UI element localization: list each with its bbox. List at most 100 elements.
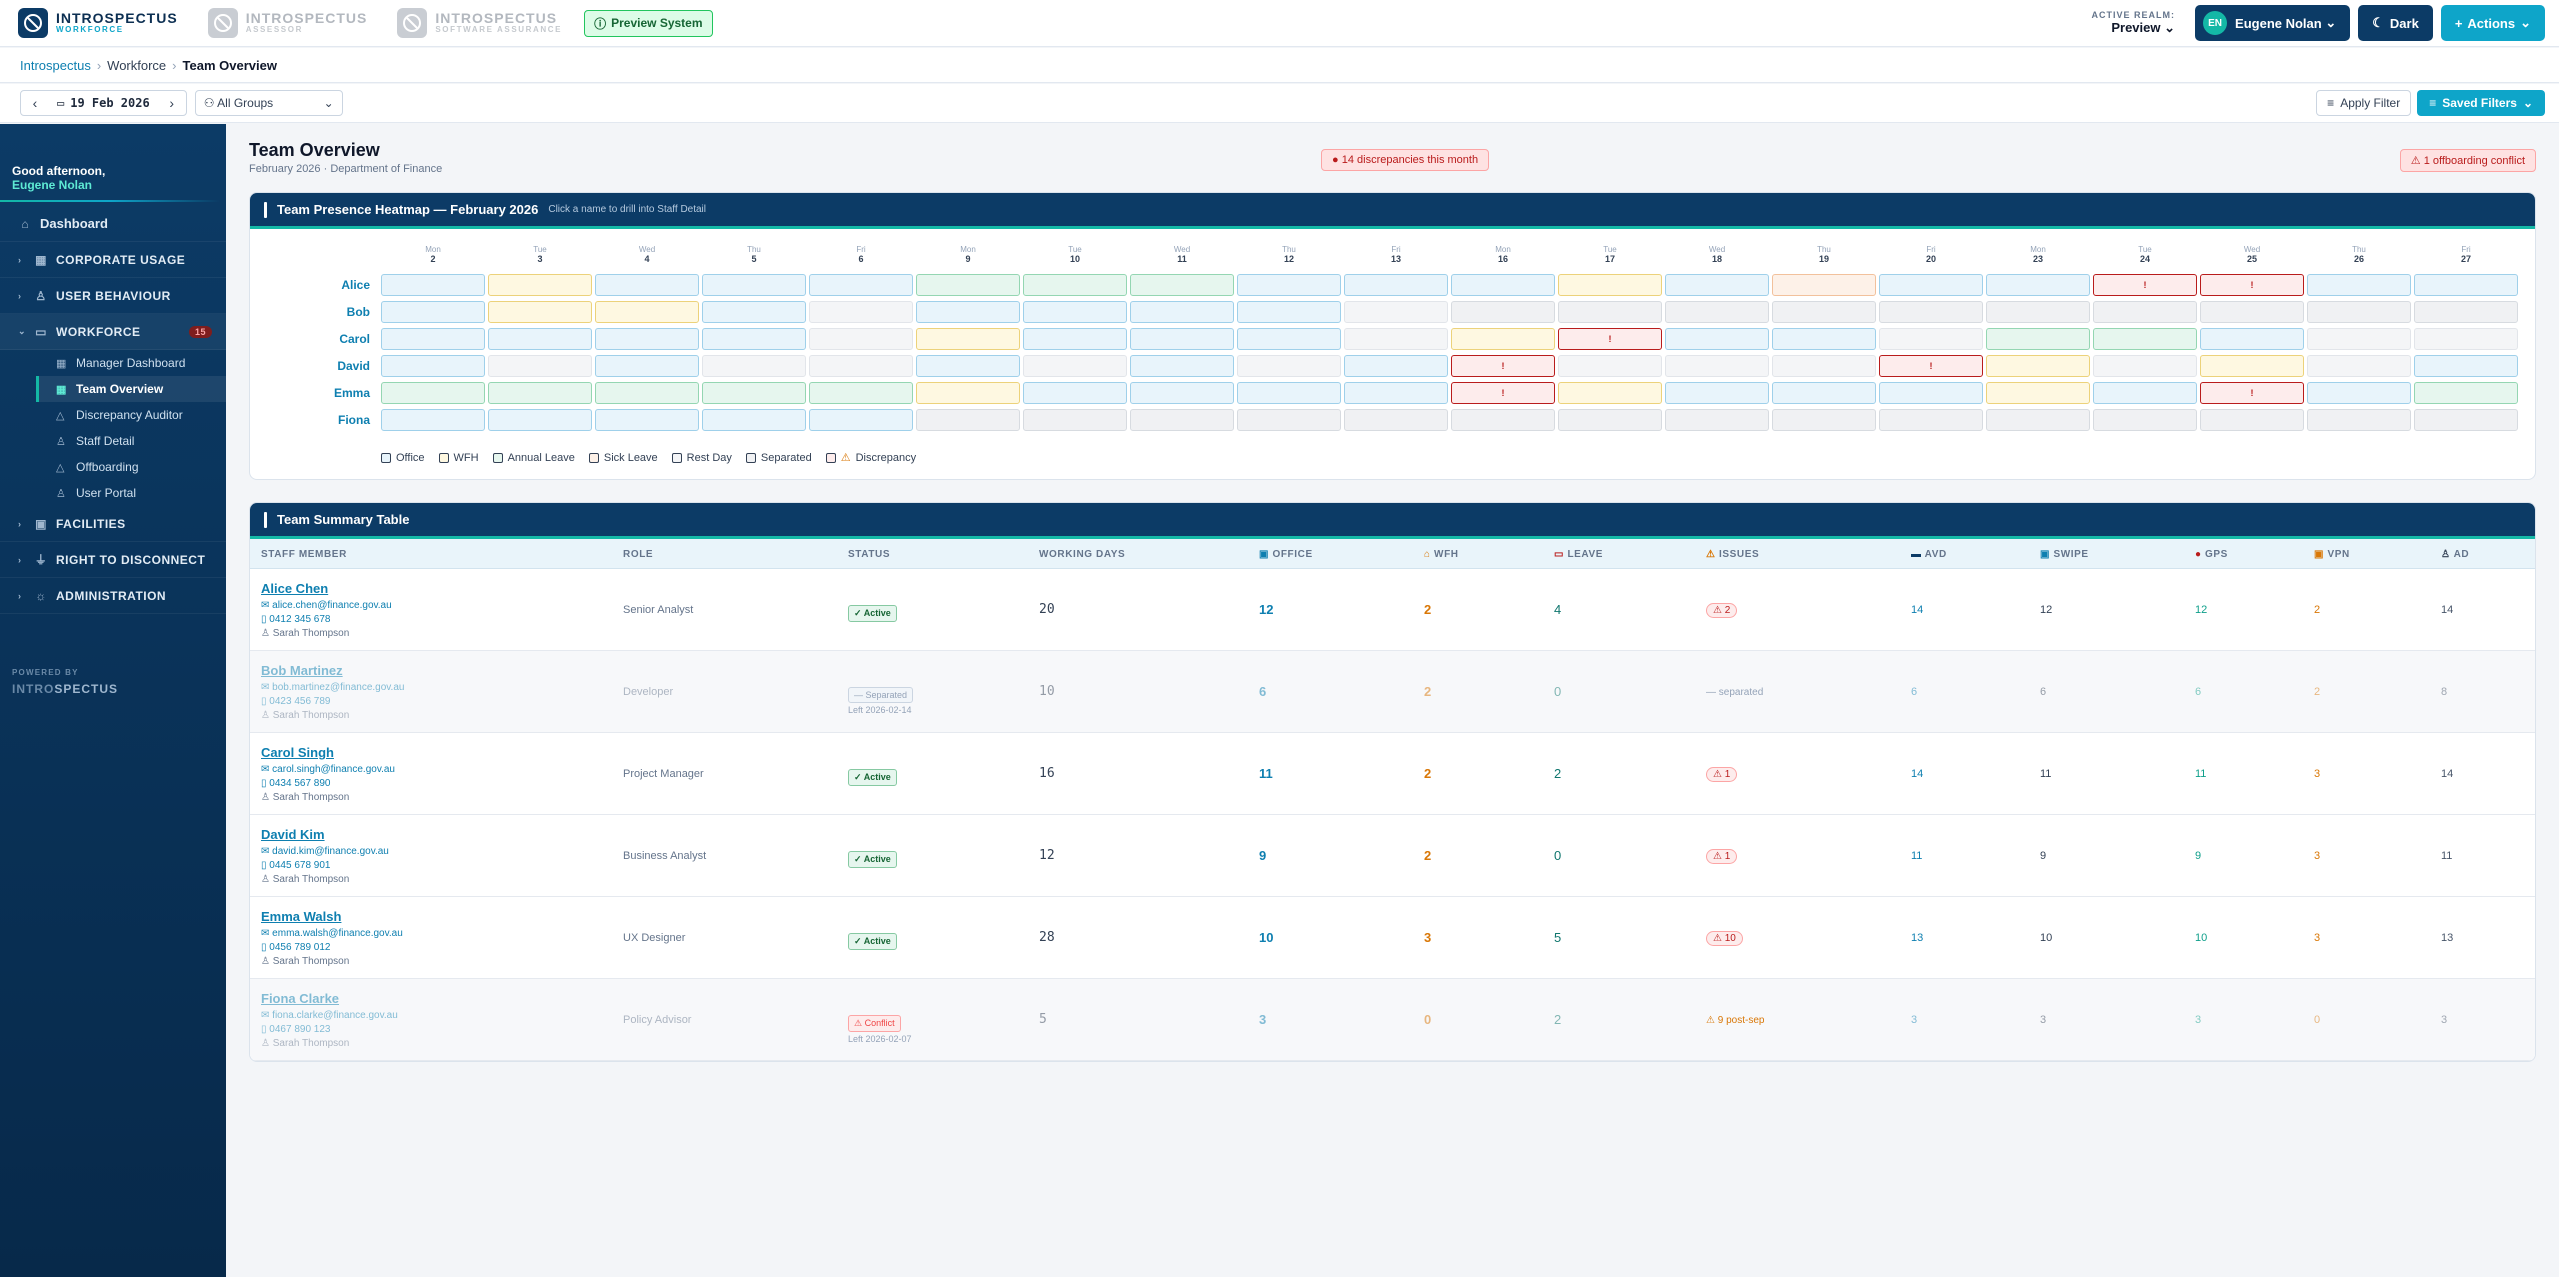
heatmap-cell[interactable] — [1772, 409, 1876, 431]
col-leave[interactable]: ▭ LEAVE — [1554, 549, 1603, 560]
heatmap-cell[interactable] — [1451, 409, 1555, 431]
realm-selector[interactable]: ACTIVE REALM: Preview ⌄ — [2092, 10, 2176, 36]
heatmap-cell[interactable] — [1344, 409, 1448, 431]
heatmap-cell[interactable] — [595, 355, 699, 377]
heatmap-cell[interactable] — [1344, 382, 1448, 404]
heatmap-cell[interactable] — [1665, 355, 1769, 377]
heatmap-cell[interactable] — [488, 355, 592, 377]
heatmap-cell[interactable] — [1237, 274, 1341, 296]
table-row[interactable]: Bob Martinez ✉ bob.martinez@finance.gov.a… — [250, 651, 2535, 733]
heatmap-cell[interactable] — [1237, 409, 1341, 431]
sidebar-item-team-overview[interactable]: ▦ Team Overview — [36, 376, 226, 402]
heatmap-cell[interactable] — [1451, 274, 1555, 296]
apply-filter-button[interactable]: ≡ Apply Filter — [2316, 90, 2412, 116]
heatmap-cell[interactable] — [2414, 355, 2518, 377]
col-gps[interactable]: ● GPS — [2195, 549, 2228, 560]
staff-email[interactable]: ✉ david.kim@finance.gov.au — [261, 846, 389, 857]
staff-name-link[interactable]: Fiona Clarke — [261, 991, 339, 1006]
heatmap-cell[interactable] — [2307, 328, 2411, 350]
staff-name-link[interactable]: Carol Singh — [261, 745, 334, 760]
heatmap-cell[interactable] — [1558, 355, 1662, 377]
heatmap-cell[interactable] — [1665, 328, 1769, 350]
next-date-button[interactable]: › — [158, 91, 186, 115]
sidebar-item-corporate-usage[interactable]: › ▦ CORPORATE USAGE — [0, 242, 226, 278]
heatmap-cell[interactable] — [1772, 328, 1876, 350]
heatmap-cell[interactable] — [1879, 328, 1983, 350]
col-role[interactable]: ROLE — [623, 549, 653, 560]
brand-workforce[interactable]: INTROSPECTUS WORKFORCE — [0, 0, 190, 47]
offboarding-conflict-badge[interactable]: ⚠ 1 offboarding conflict — [2399, 149, 2536, 172]
sidebar-item-discrepancy-auditor[interactable]: △ Discrepancy Auditor — [36, 402, 226, 428]
heatmap-cell-discrepancy[interactable]: ! — [2093, 274, 2197, 296]
heatmap-cell[interactable] — [1237, 355, 1341, 377]
col-ad[interactable]: ♙ AD — [2441, 549, 2469, 560]
heatmap-cell[interactable] — [1344, 274, 1448, 296]
heatmap-cell[interactable] — [2414, 301, 2518, 323]
heatmap-cell[interactable] — [1986, 382, 2090, 404]
issues-badge[interactable]: ⚠ 1 — [1706, 767, 1738, 782]
heatmap-cell[interactable] — [1879, 301, 1983, 323]
heatmap-cell[interactable] — [1130, 328, 1234, 350]
heatmap-cell[interactable] — [1558, 274, 1662, 296]
sidebar-item-user-portal[interactable]: ♙ User Portal — [36, 480, 226, 506]
sidebar-item-user-behaviour[interactable]: › ♙ USER BEHAVIOUR — [0, 278, 226, 314]
heatmap-cell[interactable] — [1558, 382, 1662, 404]
col-office[interactable]: ▣ OFFICE — [1259, 549, 1313, 560]
issues-badge[interactable]: ⚠ 10 — [1706, 931, 1743, 946]
heatmap-cell[interactable] — [1665, 409, 1769, 431]
heatmap-cell[interactable] — [916, 355, 1020, 377]
heatmap-cell[interactable] — [1879, 409, 1983, 431]
staff-email[interactable]: ✉ emma.walsh@finance.gov.au — [261, 928, 403, 939]
brand-software-assurance[interactable]: INTROSPECTUS SOFTWARE ASSURANCE — [379, 0, 574, 47]
date-picker[interactable]: ▭ 19 Feb 2026 — [49, 96, 158, 110]
heatmap-cell[interactable] — [1130, 301, 1234, 323]
issues-badge[interactable]: ⚠ 2 — [1706, 603, 1738, 618]
staff-email[interactable]: ✉ alice.chen@finance.gov.au — [261, 600, 392, 611]
sidebar-item-staff-detail[interactable]: ♙ Staff Detail — [36, 428, 226, 454]
table-row[interactable]: Fiona Clarke ✉ fiona.clarke@finance.gov.a… — [250, 979, 2535, 1061]
heatmap-cell[interactable] — [702, 301, 806, 323]
heatmap-cell[interactable] — [1023, 355, 1127, 377]
heatmap-cell[interactable] — [702, 382, 806, 404]
staff-name-link[interactable]: Emma Walsh — [261, 909, 341, 924]
heatmap-cell[interactable] — [2200, 409, 2304, 431]
heatmap-cell[interactable] — [1986, 301, 2090, 323]
heatmap-cell[interactable] — [1665, 301, 1769, 323]
table-row[interactable]: David Kim ✉ david.kim@finance.gov.au ▯ 044… — [250, 815, 2535, 897]
heatmap-cell[interactable] — [916, 301, 1020, 323]
heatmap-cell[interactable] — [595, 301, 699, 323]
groups-select[interactable]: ⚇ All Groups ⌄ — [194, 90, 343, 116]
heatmap-cell[interactable] — [702, 355, 806, 377]
staff-name-link[interactable]: David Kim — [261, 827, 325, 842]
heatmap-cell[interactable] — [1130, 382, 1234, 404]
heatmap-cell[interactable] — [1772, 274, 1876, 296]
col-vpn[interactable]: ▣ VPN — [2314, 549, 2350, 560]
heatmap-cell-discrepancy[interactable]: ! — [2200, 382, 2304, 404]
heatmap-cell[interactable] — [1986, 274, 2090, 296]
heatmap-cell[interactable] — [2093, 382, 2197, 404]
heatmap-cell[interactable] — [2414, 382, 2518, 404]
heatmap-cell[interactable] — [488, 328, 592, 350]
heatmap-cell[interactable] — [702, 328, 806, 350]
heatmap-cell[interactable] — [1023, 301, 1127, 323]
staff-email[interactable]: ✉ fiona.clarke@finance.gov.au — [261, 1010, 398, 1021]
sidebar-item-dashboard[interactable]: ⌂ Dashboard — [0, 206, 226, 242]
staff-email[interactable]: ✉ bob.martinez@finance.gov.au — [261, 682, 404, 693]
heatmap-cell[interactable] — [1879, 274, 1983, 296]
heatmap-cell[interactable] — [1451, 328, 1555, 350]
heatmap-cell[interactable] — [809, 355, 913, 377]
heatmap-cell[interactable] — [595, 274, 699, 296]
heatmap-cell-discrepancy[interactable]: ! — [1879, 355, 1983, 377]
heatmap-cell[interactable] — [1130, 355, 1234, 377]
issues-badge[interactable]: ⚠ 1 — [1706, 849, 1738, 864]
heatmap-cell[interactable] — [595, 382, 699, 404]
col-swipe[interactable]: ▣ SWIPE — [2040, 549, 2089, 560]
heatmap-cell[interactable] — [1558, 301, 1662, 323]
heatmap-cell[interactable] — [381, 328, 485, 350]
heatmap-cell[interactable] — [2093, 328, 2197, 350]
heatmap-cell[interactable] — [2414, 409, 2518, 431]
heatmap-cell[interactable] — [1665, 382, 1769, 404]
col-avd[interactable]: ▬ AVD — [1911, 549, 1947, 560]
heatmap-cell[interactable] — [702, 409, 806, 431]
heatmap-cell[interactable] — [381, 382, 485, 404]
